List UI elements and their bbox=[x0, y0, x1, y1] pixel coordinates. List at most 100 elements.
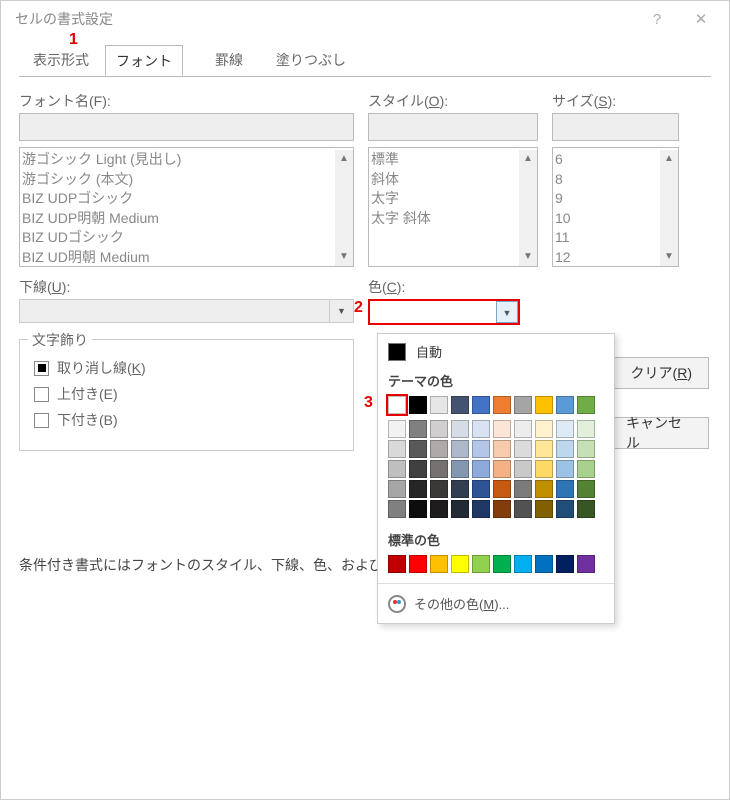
color-swatch[interactable] bbox=[430, 420, 448, 438]
superscript-checkbox[interactable]: 上付き(E) bbox=[34, 384, 339, 404]
color-swatch[interactable] bbox=[493, 480, 511, 498]
color-swatch[interactable] bbox=[493, 420, 511, 438]
tab-font[interactable]: フォント bbox=[105, 45, 183, 76]
color-swatch[interactable] bbox=[451, 460, 469, 478]
color-swatch[interactable] bbox=[451, 555, 469, 573]
font-name-list[interactable]: 游ゴシック Light (見出し) 游ゴシック (本文) BIZ UDPゴシック… bbox=[19, 147, 354, 267]
color-swatch[interactable] bbox=[577, 500, 595, 518]
color-swatch[interactable] bbox=[409, 396, 427, 414]
subscript-checkbox[interactable]: 下付き(B) bbox=[34, 410, 339, 430]
color-swatch[interactable] bbox=[451, 480, 469, 498]
color-swatch[interactable] bbox=[514, 500, 532, 518]
color-swatch[interactable] bbox=[451, 440, 469, 458]
color-swatch[interactable] bbox=[556, 460, 574, 478]
color-swatch[interactable] bbox=[388, 500, 406, 518]
list-item[interactable]: 游ゴシック Light (見出し) bbox=[22, 150, 335, 170]
list-item[interactable]: 9 bbox=[555, 189, 660, 209]
color-swatch[interactable] bbox=[430, 480, 448, 498]
color-combo[interactable]: ▼ bbox=[368, 299, 520, 325]
color-swatch[interactable] bbox=[388, 440, 406, 458]
style-list[interactable]: 標準 斜体 太字 太字 斜体 ▲▼ bbox=[368, 147, 538, 267]
strikethrough-checkbox[interactable]: 取り消し線(K) bbox=[34, 358, 339, 378]
style-input[interactable] bbox=[368, 113, 538, 141]
list-item[interactable]: BIZ UDP明朝 Medium bbox=[22, 209, 335, 229]
list-item[interactable]: 6 bbox=[555, 150, 660, 170]
color-swatch[interactable] bbox=[430, 440, 448, 458]
more-colors-item[interactable]: その他の色(M)... bbox=[388, 594, 604, 613]
color-swatch[interactable] bbox=[430, 396, 448, 414]
color-swatch[interactable] bbox=[472, 420, 490, 438]
color-swatch[interactable] bbox=[577, 555, 595, 573]
color-swatch[interactable] bbox=[388, 420, 406, 438]
list-item[interactable]: BIZ UDPゴシック bbox=[22, 189, 335, 209]
color-swatch[interactable] bbox=[409, 420, 427, 438]
scrollbar[interactable]: ▲▼ bbox=[519, 150, 537, 266]
color-swatch[interactable] bbox=[409, 555, 427, 573]
color-swatch[interactable] bbox=[451, 500, 469, 518]
color-swatch[interactable] bbox=[577, 460, 595, 478]
color-swatch[interactable] bbox=[409, 460, 427, 478]
color-swatch[interactable] bbox=[472, 480, 490, 498]
color-swatch[interactable] bbox=[388, 460, 406, 478]
size-input[interactable] bbox=[552, 113, 679, 141]
color-swatch[interactable] bbox=[472, 460, 490, 478]
color-swatch[interactable] bbox=[514, 460, 532, 478]
color-swatch[interactable] bbox=[472, 500, 490, 518]
list-item[interactable]: 10 bbox=[555, 209, 660, 229]
color-swatch[interactable] bbox=[472, 396, 490, 414]
color-swatch[interactable] bbox=[409, 440, 427, 458]
color-swatch[interactable] bbox=[388, 480, 406, 498]
list-item[interactable]: 標準 bbox=[371, 150, 519, 170]
color-swatch[interactable] bbox=[451, 396, 469, 414]
color-swatch[interactable] bbox=[577, 440, 595, 458]
color-swatch[interactable] bbox=[493, 500, 511, 518]
underline-combo[interactable]: ▼ bbox=[19, 299, 354, 323]
list-item[interactable]: 12 bbox=[555, 248, 660, 268]
color-swatch[interactable] bbox=[535, 420, 553, 438]
color-swatch[interactable] bbox=[493, 440, 511, 458]
color-swatch[interactable] bbox=[493, 396, 511, 414]
close-button[interactable]: ✕ bbox=[679, 10, 723, 28]
color-swatch[interactable] bbox=[556, 555, 574, 573]
color-swatch[interactable] bbox=[535, 500, 553, 518]
list-item[interactable]: 8 bbox=[555, 170, 660, 190]
color-swatch[interactable] bbox=[388, 555, 406, 573]
color-swatch[interactable] bbox=[514, 396, 532, 414]
color-swatch[interactable] bbox=[472, 440, 490, 458]
color-swatch[interactable] bbox=[556, 480, 574, 498]
color-swatch[interactable] bbox=[535, 480, 553, 498]
font-name-input[interactable] bbox=[19, 113, 354, 141]
automatic-color-item[interactable]: 自動 bbox=[388, 342, 604, 361]
color-swatch[interactable] bbox=[577, 420, 595, 438]
list-item[interactable]: 太字 bbox=[371, 189, 519, 209]
color-swatch[interactable] bbox=[514, 480, 532, 498]
color-swatch[interactable] bbox=[535, 396, 553, 414]
list-item[interactable]: 斜体 bbox=[371, 170, 519, 190]
color-swatch[interactable] bbox=[535, 555, 553, 573]
list-item[interactable]: 游ゴシック (本文) bbox=[22, 170, 335, 190]
list-item[interactable]: BIZ UD明朝 Medium bbox=[22, 248, 335, 268]
color-swatch[interactable] bbox=[430, 460, 448, 478]
color-swatch[interactable] bbox=[514, 555, 532, 573]
color-swatch[interactable] bbox=[556, 500, 574, 518]
help-button[interactable]: ? bbox=[635, 11, 679, 28]
tab-number-format[interactable]: 表示形式 bbox=[21, 45, 101, 76]
clear-button[interactable]: クリア(R) bbox=[614, 357, 709, 389]
color-swatch[interactable] bbox=[514, 440, 532, 458]
color-swatch[interactable] bbox=[535, 440, 553, 458]
list-item[interactable]: 11 bbox=[555, 228, 660, 248]
color-swatch[interactable] bbox=[577, 480, 595, 498]
list-item[interactable]: BIZ UDゴシック bbox=[22, 228, 335, 248]
scrollbar[interactable]: ▲▼ bbox=[660, 150, 678, 266]
cancel-button[interactable]: キャンセル bbox=[609, 417, 709, 449]
color-swatch[interactable] bbox=[556, 440, 574, 458]
tab-fill[interactable]: 塗りつぶし bbox=[267, 45, 355, 76]
color-swatch[interactable] bbox=[556, 420, 574, 438]
list-item[interactable]: 太字 斜体 bbox=[371, 209, 519, 229]
color-swatch[interactable] bbox=[451, 420, 469, 438]
color-swatch[interactable] bbox=[388, 396, 406, 414]
color-swatch[interactable] bbox=[430, 500, 448, 518]
size-list[interactable]: 6 8 9 10 11 12 ▲▼ bbox=[552, 147, 679, 267]
color-swatch[interactable] bbox=[514, 420, 532, 438]
color-swatch[interactable] bbox=[430, 555, 448, 573]
